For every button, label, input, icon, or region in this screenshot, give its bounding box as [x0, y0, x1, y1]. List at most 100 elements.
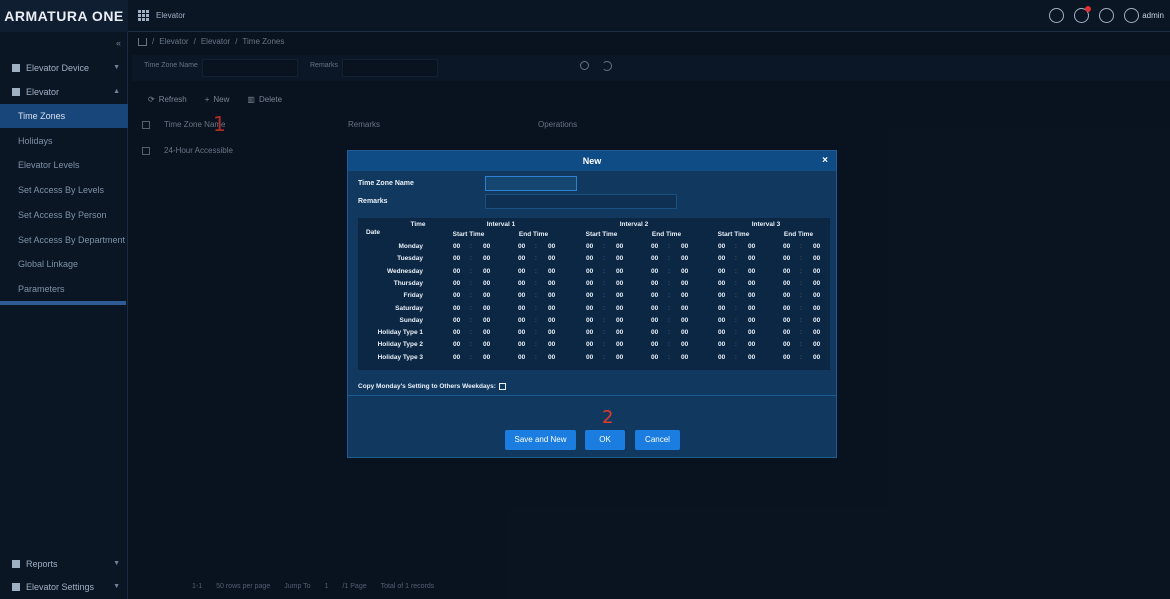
- sidebar-subitem-holidays[interactable]: Holidays: [0, 129, 128, 153]
- minute-field[interactable]: 00: [616, 280, 623, 287]
- minute-field[interactable]: 00: [681, 268, 688, 275]
- hour-field[interactable]: 00: [518, 280, 525, 287]
- hour-field[interactable]: 00: [453, 305, 460, 312]
- minute-field[interactable]: 00: [548, 305, 555, 312]
- minute-field[interactable]: 00: [813, 268, 820, 275]
- minute-field[interactable]: 00: [813, 317, 820, 324]
- hour-field[interactable]: 00: [651, 305, 658, 312]
- hour-field[interactable]: 00: [718, 305, 725, 312]
- hour-field[interactable]: 00: [783, 292, 790, 299]
- minute-field[interactable]: 00: [813, 329, 820, 336]
- sidebar-subitem-global-linkage[interactable]: Global Linkage: [0, 252, 128, 276]
- hour-field[interactable]: 00: [718, 341, 725, 348]
- minute-field[interactable]: 00: [748, 354, 755, 361]
- hour-field[interactable]: 00: [453, 341, 460, 348]
- hour-field[interactable]: 00: [586, 292, 593, 299]
- minute-field[interactable]: 00: [813, 305, 820, 312]
- minute-field[interactable]: 00: [748, 243, 755, 250]
- minute-field[interactable]: 00: [748, 255, 755, 262]
- hour-field[interactable]: 00: [718, 280, 725, 287]
- hour-field[interactable]: 00: [651, 243, 658, 250]
- sidebar-subitem-access-by-levels[interactable]: Set Access By Levels: [0, 178, 128, 202]
- minute-field[interactable]: 00: [748, 268, 755, 275]
- minute-field[interactable]: 00: [813, 292, 820, 299]
- message-icon[interactable]: [1049, 8, 1065, 23]
- cancel-button[interactable]: Cancel: [635, 430, 680, 450]
- hour-field[interactable]: 00: [586, 329, 593, 336]
- minute-field[interactable]: 00: [616, 317, 623, 324]
- hour-field[interactable]: 00: [453, 292, 460, 299]
- sidebar-item-elevator-settings[interactable]: Elevator Settings ▼: [0, 575, 128, 599]
- hour-field[interactable]: 00: [518, 255, 525, 262]
- time-zone-name-input[interactable]: [485, 176, 577, 191]
- hour-field[interactable]: 00: [651, 255, 658, 262]
- minute-field[interactable]: 00: [616, 341, 623, 348]
- hour-field[interactable]: 00: [586, 305, 593, 312]
- sidebar-subitem-access-by-person[interactable]: Set Access By Person: [0, 203, 128, 227]
- save-and-new-button[interactable]: Save and New: [505, 430, 576, 450]
- minute-field[interactable]: 00: [483, 255, 490, 262]
- minute-field[interactable]: 00: [681, 317, 688, 324]
- minute-field[interactable]: 00: [483, 292, 490, 299]
- hour-field[interactable]: 00: [453, 243, 460, 250]
- collapse-sidebar-icon[interactable]: «: [116, 38, 121, 48]
- hour-field[interactable]: 00: [586, 255, 593, 262]
- hour-field[interactable]: 00: [783, 255, 790, 262]
- hour-field[interactable]: 00: [651, 317, 658, 324]
- hour-field[interactable]: 00: [453, 255, 460, 262]
- hour-field[interactable]: 00: [453, 317, 460, 324]
- minute-field[interactable]: 00: [548, 354, 555, 361]
- hour-field[interactable]: 00: [783, 268, 790, 275]
- minute-field[interactable]: 00: [748, 280, 755, 287]
- hour-field[interactable]: 00: [783, 354, 790, 361]
- hour-field[interactable]: 00: [783, 329, 790, 336]
- hour-field[interactable]: 00: [586, 341, 593, 348]
- hour-field[interactable]: 00: [586, 354, 593, 361]
- hour-field[interactable]: 00: [518, 341, 525, 348]
- sidebar-subitem-access-by-department[interactable]: Set Access By Department: [0, 228, 128, 252]
- minute-field[interactable]: 00: [616, 268, 623, 275]
- notification-icon[interactable]: [1074, 6, 1092, 23]
- hour-field[interactable]: 00: [718, 292, 725, 299]
- hour-field[interactable]: 00: [586, 280, 593, 287]
- minute-field[interactable]: 00: [748, 329, 755, 336]
- minute-field[interactable]: 00: [548, 280, 555, 287]
- hour-field[interactable]: 00: [453, 268, 460, 275]
- sidebar-subitem-parameters[interactable]: Parameters: [0, 277, 128, 301]
- ok-button[interactable]: OK: [585, 430, 625, 450]
- sidebar-item-elevator-device[interactable]: Elevator Device ▼: [0, 56, 128, 80]
- minute-field[interactable]: 00: [548, 329, 555, 336]
- remarks-input[interactable]: [485, 194, 677, 209]
- minute-field[interactable]: 00: [483, 341, 490, 348]
- hour-field[interactable]: 00: [783, 341, 790, 348]
- hour-field[interactable]: 00: [518, 305, 525, 312]
- app-logo[interactable]: ARMATURA ONE: [0, 0, 128, 32]
- hour-field[interactable]: 00: [586, 268, 593, 275]
- minute-field[interactable]: 00: [616, 329, 623, 336]
- minute-field[interactable]: 00: [681, 305, 688, 312]
- hour-field[interactable]: 00: [518, 317, 525, 324]
- user-menu[interactable]: admin: [1124, 8, 1164, 23]
- minute-field[interactable]: 00: [616, 305, 623, 312]
- minute-field[interactable]: 00: [813, 280, 820, 287]
- minute-field[interactable]: 00: [748, 292, 755, 299]
- hour-field[interactable]: 00: [783, 317, 790, 324]
- minute-field[interactable]: 00: [748, 317, 755, 324]
- hour-field[interactable]: 00: [718, 243, 725, 250]
- minute-field[interactable]: 00: [483, 280, 490, 287]
- minute-field[interactable]: 00: [483, 329, 490, 336]
- minute-field[interactable]: 00: [681, 354, 688, 361]
- hour-field[interactable]: 00: [586, 317, 593, 324]
- minute-field[interactable]: 00: [748, 305, 755, 312]
- minute-field[interactable]: 00: [616, 255, 623, 262]
- hour-field[interactable]: 00: [651, 268, 658, 275]
- minute-field[interactable]: 00: [548, 292, 555, 299]
- sidebar-item-reports[interactable]: Reports ▼: [0, 552, 128, 576]
- hour-field[interactable]: 00: [453, 329, 460, 336]
- minute-field[interactable]: 00: [548, 268, 555, 275]
- hour-field[interactable]: 00: [651, 280, 658, 287]
- minute-field[interactable]: 00: [813, 243, 820, 250]
- hour-field[interactable]: 00: [518, 329, 525, 336]
- hour-field[interactable]: 00: [718, 268, 725, 275]
- minute-field[interactable]: 00: [616, 354, 623, 361]
